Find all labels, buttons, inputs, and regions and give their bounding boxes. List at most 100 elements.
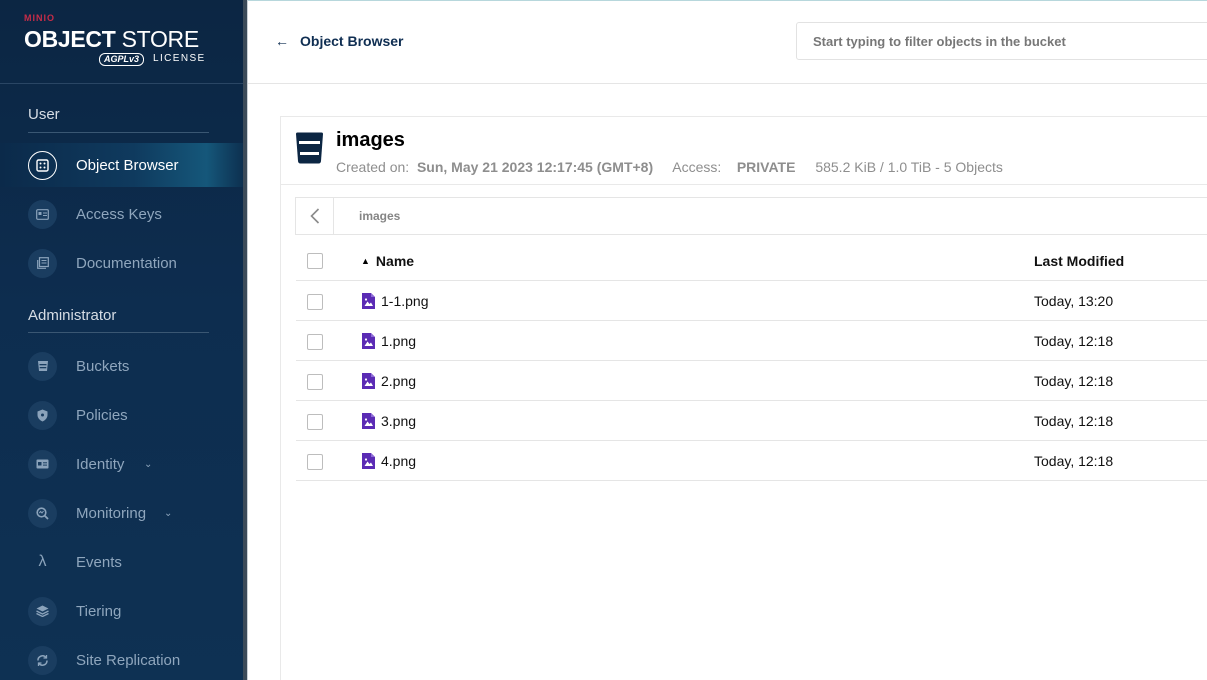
sidebar: MINIO OBJECT STORE AGPLv3 LICENSE User O… xyxy=(0,0,243,680)
chevron-down-icon[interactable]: ⌄ xyxy=(164,508,172,519)
row-checkbox[interactable] xyxy=(307,454,323,470)
object-name[interactable]: 2.png xyxy=(362,373,416,389)
column-header-name-label: Name xyxy=(375,253,415,269)
breadcrumb: images xyxy=(295,197,1207,235)
page-title: Object Browser xyxy=(300,33,404,49)
shield-icon xyxy=(28,400,57,430)
sidebar-item-documentation[interactable]: Documentation xyxy=(0,241,243,285)
row-checkbox[interactable] xyxy=(307,374,323,390)
sidebar-item-label: Site Replication xyxy=(76,651,181,669)
divider xyxy=(248,0,1207,1)
sidebar-item-label: Events xyxy=(76,553,122,571)
select-all-checkbox[interactable] xyxy=(307,253,323,269)
page-header: ← Object Browser xyxy=(248,0,1207,84)
sidebar-item-label: Policies xyxy=(76,406,128,424)
image-file-icon xyxy=(362,373,375,389)
table-row[interactable]: 2.png Today, 12:18 xyxy=(296,361,1207,401)
sidebar-item-label: Buckets xyxy=(76,357,130,375)
sidebar-item-policies[interactable]: Policies xyxy=(0,393,243,437)
object-browser-icon xyxy=(28,150,57,180)
breadcrumb-path[interactable]: images xyxy=(359,209,400,223)
bucket-usage: 585.2 KiB / 1.0 TiB - 5 Objects xyxy=(815,159,1003,175)
sidebar-item-label: Documentation xyxy=(76,254,177,272)
object-name-label: 1-1.png xyxy=(381,293,429,309)
sync-icon xyxy=(28,645,57,675)
lambda-icon: λ xyxy=(38,553,47,570)
table-row[interactable]: 1-1.png Today, 13:20 xyxy=(296,281,1207,321)
bucket-icon xyxy=(296,132,323,164)
sidebar-item-label: Monitoring xyxy=(76,504,147,522)
table-row[interactable]: 1.png Today, 12:18 xyxy=(296,321,1207,361)
sidebar-item-identity[interactable]: Identity ⌄ xyxy=(0,442,243,486)
monitoring-icon xyxy=(28,498,57,528)
image-file-icon xyxy=(362,413,375,429)
image-file-icon xyxy=(362,333,375,349)
filter-objects-input[interactable] xyxy=(796,22,1207,60)
object-name-label: 3.png xyxy=(381,413,417,429)
object-last-modified: Today, 12:18 xyxy=(1034,373,1114,389)
bucket-name: images xyxy=(336,129,405,151)
logo-agpl-badge: AGPLv3 xyxy=(99,53,145,66)
bucket-metadata: Created on: Sun, May 21 2023 12:17:45 (G… xyxy=(336,159,1003,175)
sidebar-item-access-keys[interactable]: Access Keys xyxy=(0,192,243,236)
column-header-last-modified[interactable]: Last Modified xyxy=(1034,253,1124,269)
back-to-object-browser-link[interactable]: ← Object Browser xyxy=(275,33,403,49)
object-last-modified: Today, 12:18 xyxy=(1034,453,1114,469)
sidebar-item-site-replication[interactable]: Site Replication xyxy=(0,638,243,680)
section-label-administrator: Administrator xyxy=(28,307,117,324)
sidebar-item-label: Object Browser xyxy=(76,156,179,174)
created-value: Sun, May 21 2023 12:17:45 (GMT+8) xyxy=(416,159,654,175)
sort-ascending-icon: ▲ xyxy=(361,256,370,266)
image-file-icon xyxy=(362,453,375,469)
object-last-modified: Today, 12:18 xyxy=(1034,333,1114,349)
object-name[interactable]: 4.png xyxy=(362,453,416,469)
bucket-icon xyxy=(28,351,57,381)
breadcrumb-back-button[interactable] xyxy=(296,198,334,234)
row-checkbox[interactable] xyxy=(307,414,323,430)
table-row[interactable]: 4.png Today, 12:18 xyxy=(296,441,1207,481)
sidebar-item-tiering[interactable]: Tiering xyxy=(0,589,243,633)
documentation-icon xyxy=(28,248,57,278)
layers-icon xyxy=(28,596,57,626)
object-name-label: 2.png xyxy=(381,373,417,389)
object-name-label: 4.png xyxy=(381,453,417,469)
logo-title: OBJECT STORE xyxy=(24,26,199,52)
section-label-user: User xyxy=(28,106,60,123)
logo-brand: MINIO xyxy=(24,13,55,23)
sidebar-item-object-browser[interactable]: Object Browser xyxy=(0,143,243,187)
sidebar-item-buckets[interactable]: Buckets xyxy=(0,344,243,388)
divider xyxy=(28,132,209,133)
row-checkbox[interactable] xyxy=(307,294,323,310)
object-last-modified: Today, 12:18 xyxy=(1034,413,1114,429)
chevron-down-icon[interactable]: ⌄ xyxy=(144,459,152,470)
access-value: PRIVATE xyxy=(736,159,796,175)
chevron-left-icon xyxy=(309,208,319,224)
arrow-left-icon: ← xyxy=(275,33,289,49)
table-header-row: ▲ Name Last Modified xyxy=(296,240,1207,281)
sidebar-item-events[interactable]: λ Events xyxy=(0,540,243,584)
sidebar-item-label: Identity xyxy=(76,455,125,473)
table-row[interactable]: 3.png Today, 12:18 xyxy=(296,401,1207,441)
access-label: Access: xyxy=(672,159,722,175)
bucket-info-card: images Created on: Sun, May 21 2023 12:1… xyxy=(280,116,1207,185)
divider xyxy=(28,332,209,333)
divider xyxy=(247,0,248,680)
objects-table: ▲ Name Last Modified 1-1.png Today, 13:2… xyxy=(296,240,1207,481)
column-header-name[interactable]: ▲ Name xyxy=(361,253,414,269)
divider xyxy=(0,83,243,84)
created-label: Created on: xyxy=(336,159,410,175)
object-name[interactable]: 1.png xyxy=(362,333,416,349)
sidebar-item-label: Tiering xyxy=(76,602,122,620)
row-checkbox[interactable] xyxy=(307,334,323,350)
object-name[interactable]: 1-1.png xyxy=(362,293,428,309)
access-keys-icon xyxy=(28,199,57,229)
sidebar-item-label: Access Keys xyxy=(76,205,162,223)
minio-logo[interactable]: MINIO OBJECT STORE AGPLv3 LICENSE xyxy=(24,12,214,72)
identity-icon xyxy=(28,449,57,479)
sidebar-item-monitoring[interactable]: Monitoring ⌄ xyxy=(0,491,243,535)
image-file-icon xyxy=(362,293,375,309)
logo-license: LICENSE xyxy=(153,53,206,64)
object-last-modified: Today, 13:20 xyxy=(1034,293,1114,309)
object-name[interactable]: 3.png xyxy=(362,413,416,429)
object-name-label: 1.png xyxy=(381,333,417,349)
